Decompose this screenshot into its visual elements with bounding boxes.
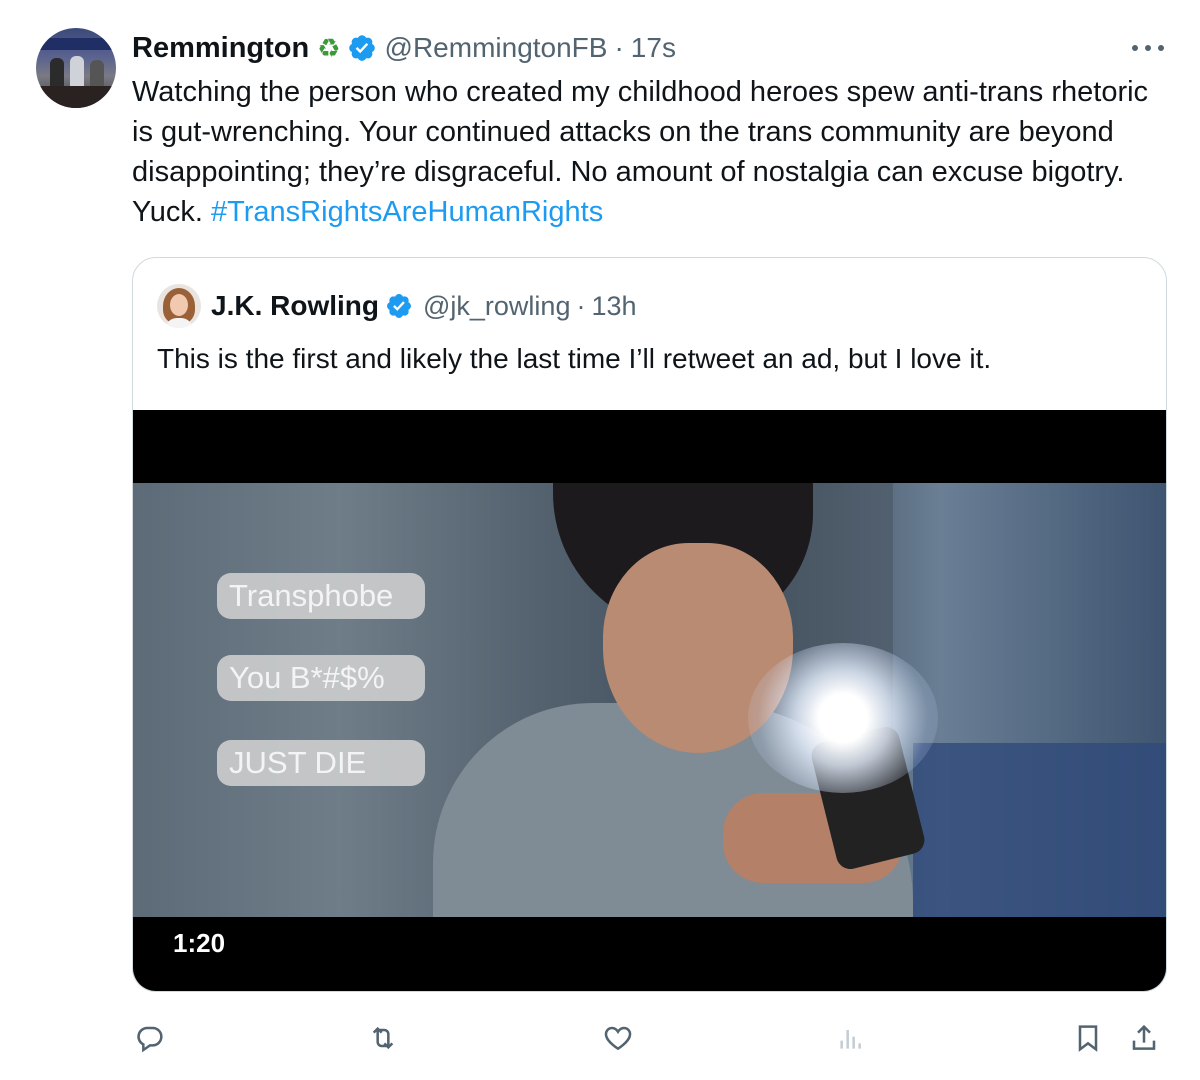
video-player[interactable]: Transphobe You B*#$% JUST DIE 1:20: [133, 410, 1166, 991]
bookmark-icon: [1078, 1025, 1098, 1052]
video-duration: 1:20: [173, 928, 226, 958]
tweet[interactable]: Remmington ♻ @RemmingtonFB · 17s Watchin…: [0, 0, 1200, 1080]
like-button[interactable]: [598, 1018, 638, 1058]
share-button[interactable]: [1124, 1018, 1164, 1058]
tweet-time[interactable]: 17s: [631, 32, 676, 64]
action-bar: [0, 1018, 1200, 1062]
tweet-header: Remmington ♻ @RemmingtonFB · 17s: [132, 28, 676, 68]
quoted-tweet-time[interactable]: 13h: [591, 291, 636, 322]
views-icon: [840, 1030, 861, 1049]
separator-dot: ·: [614, 32, 624, 63]
message-bubble: You B*#$%: [217, 655, 425, 701]
message-bubble: Transphobe: [217, 573, 425, 619]
like-icon: [604, 1026, 632, 1051]
video-frame: Transphobe You B*#$% JUST DIE: [133, 483, 1166, 917]
recycle-emoji: ♻: [317, 33, 341, 63]
author-avatar[interactable]: [36, 28, 116, 108]
verified-badge-icon: [387, 294, 411, 318]
quoted-author-handle[interactable]: @jk_rowling: [423, 291, 570, 322]
quoted-tweet-header: J.K. Rowling @jk_rowling · 13h: [157, 284, 637, 328]
message-bubble: JUST DIE: [217, 740, 425, 786]
share-icon: [1132, 1024, 1156, 1050]
reply-icon: [137, 1026, 163, 1053]
retweet-button[interactable]: [363, 1018, 403, 1058]
more-icon[interactable]: [1128, 34, 1168, 62]
separator-dot: ·: [576, 290, 586, 321]
hashtag-link[interactable]: #TransRightsAreHumanRights: [211, 196, 603, 228]
author-name[interactable]: Remmington: [132, 32, 309, 65]
verified-badge-icon: [348, 35, 375, 61]
quoted-author-name[interactable]: J.K. Rowling: [211, 290, 379, 322]
quoted-tweet[interactable]: J.K. Rowling @jk_rowling · 13h This is t…: [132, 257, 1167, 992]
tweet-text: Watching the person who created my child…: [132, 72, 1162, 232]
quoted-author-avatar[interactable]: [157, 284, 201, 328]
reply-button[interactable]: [130, 1018, 170, 1058]
views-button[interactable]: [831, 1018, 871, 1058]
bookmark-button[interactable]: [1068, 1018, 1108, 1058]
author-handle[interactable]: @RemmingtonFB: [385, 32, 608, 64]
quoted-tweet-text: This is the first and likely the last ti…: [157, 343, 992, 374]
retweet-icon: [372, 1026, 394, 1050]
